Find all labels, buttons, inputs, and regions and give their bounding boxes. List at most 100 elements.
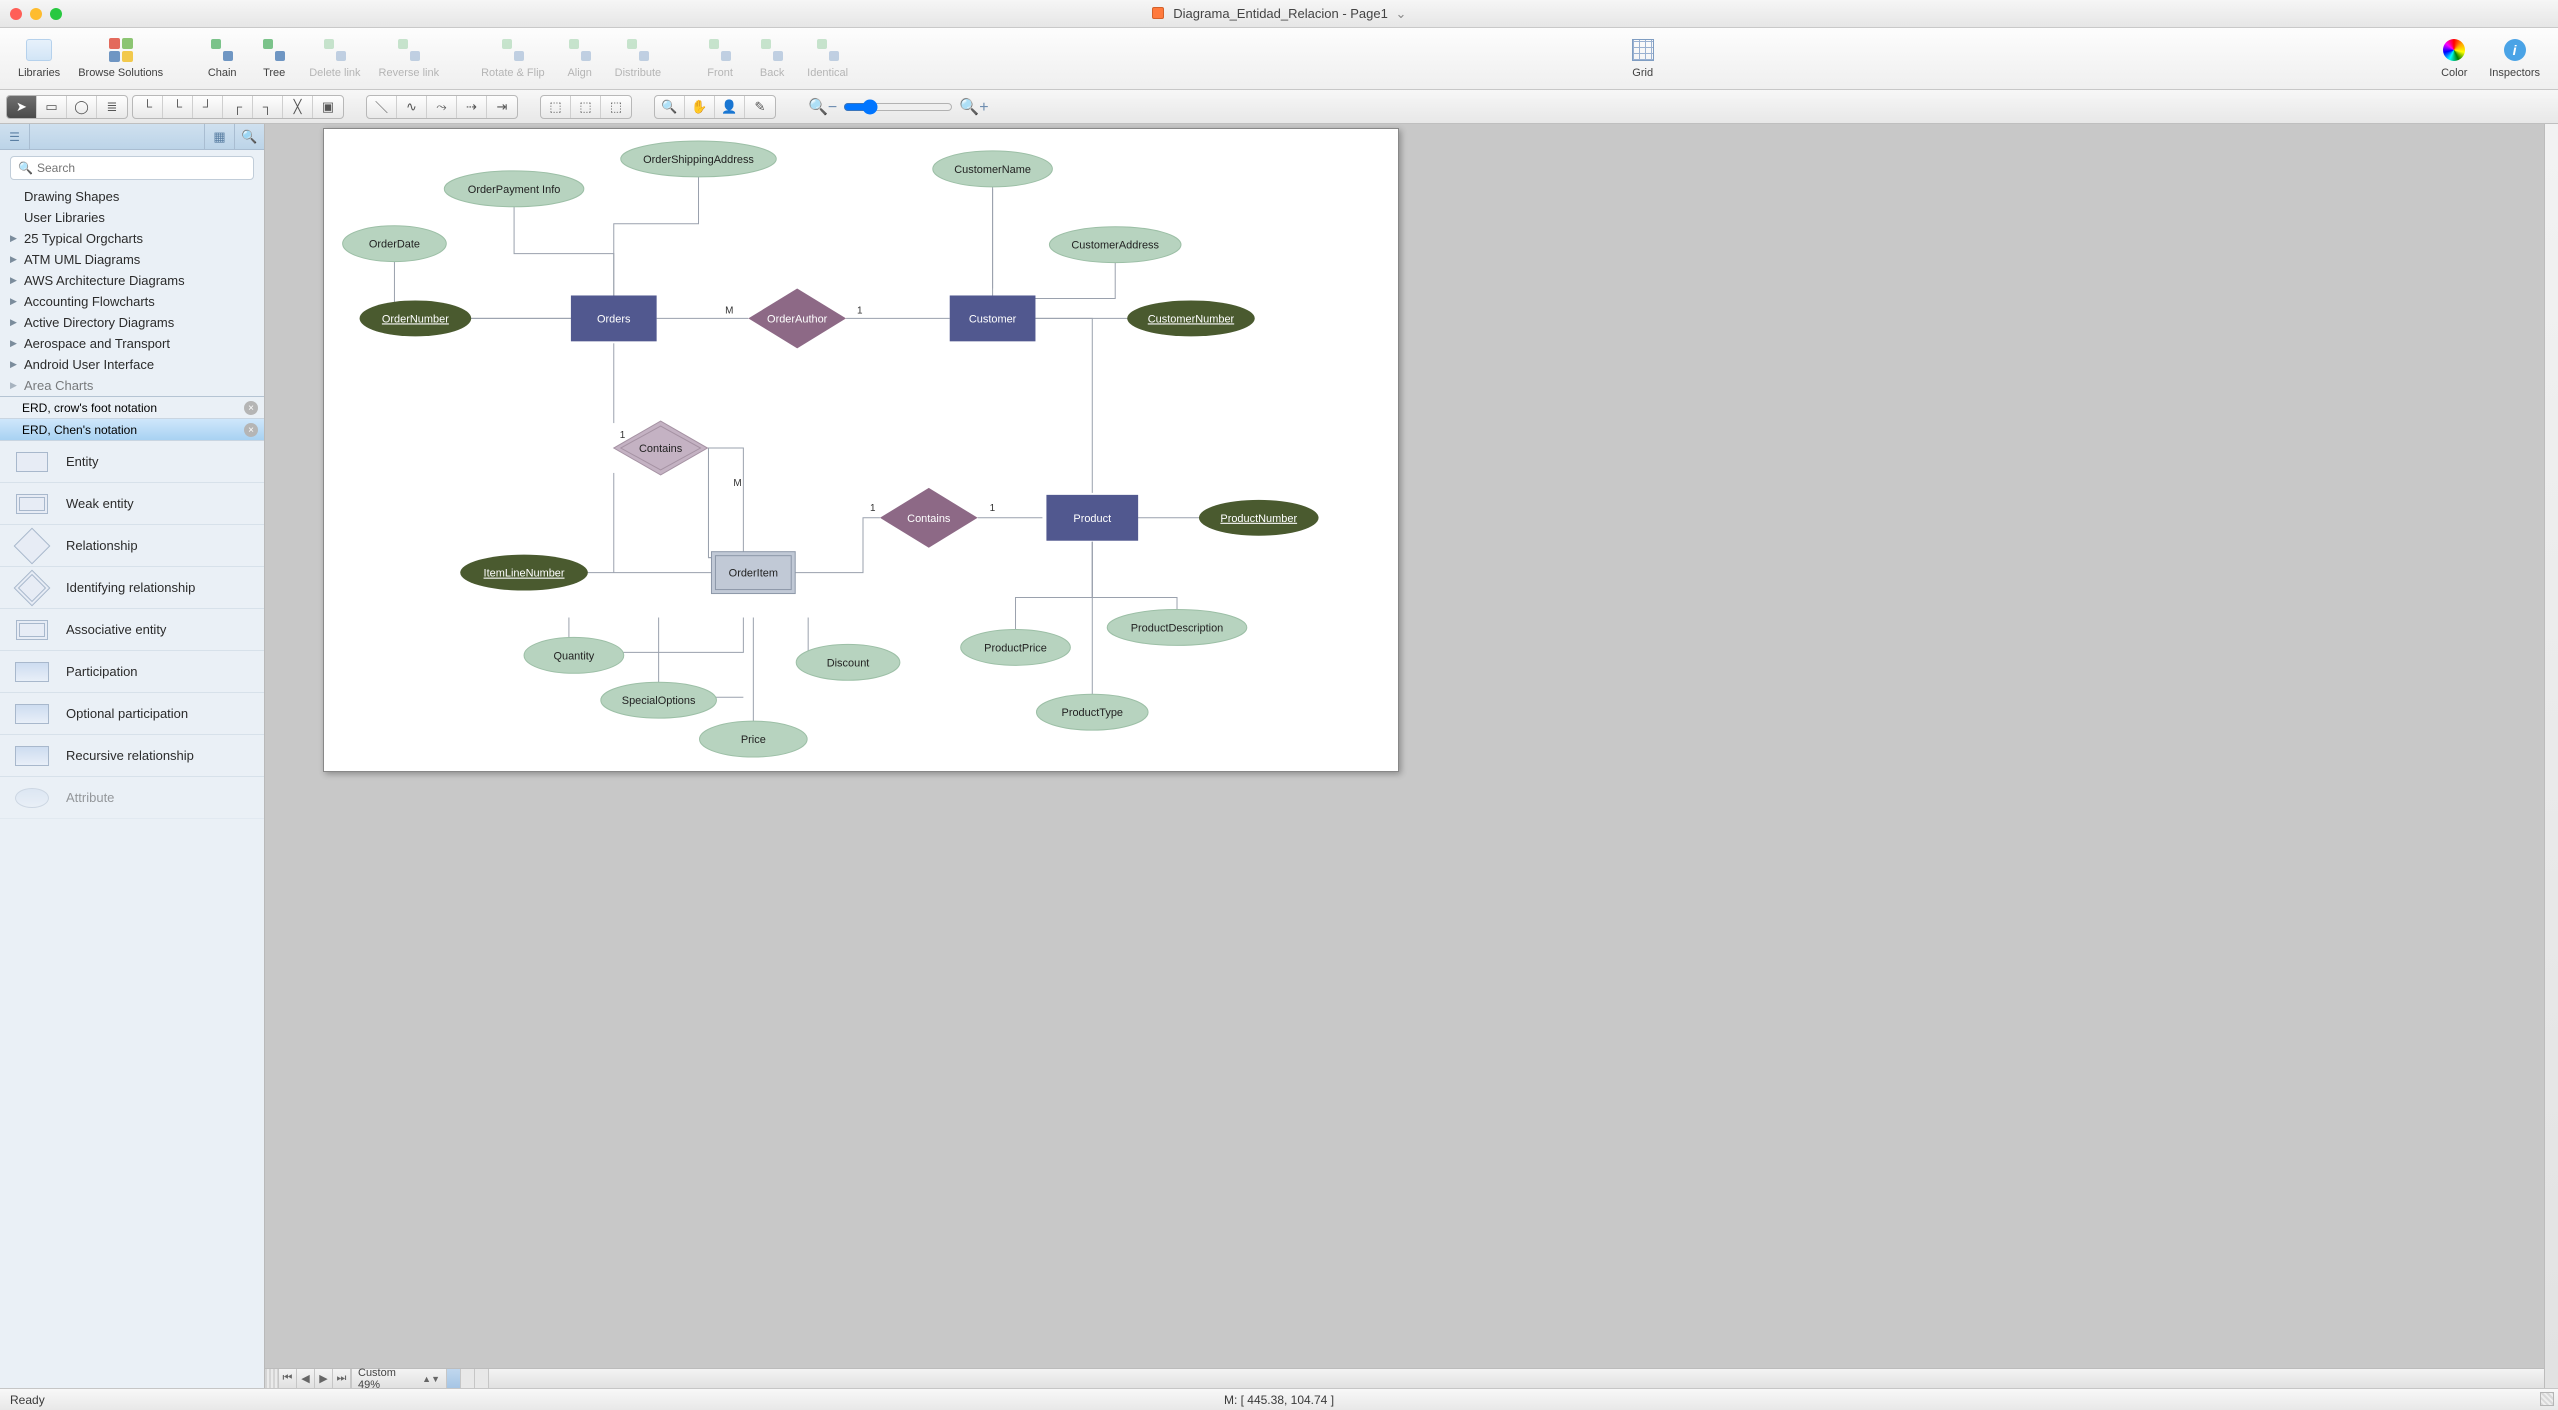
zoom-slider[interactable] <box>843 99 953 115</box>
svg-text:Contains: Contains <box>907 513 951 525</box>
pointer-tool[interactable]: ➤ <box>7 96 37 118</box>
prev-page-button[interactable]: ◀ <box>297 1369 315 1389</box>
grid-button[interactable]: Grid <box>1618 32 1668 79</box>
connector-3[interactable]: ┘ <box>193 96 223 118</box>
svg-text:Quantity: Quantity <box>553 650 594 662</box>
svg-text:M: M <box>725 305 733 316</box>
connector-1[interactable]: └ <box>133 96 163 118</box>
svg-text:ItemLineNumber: ItemLineNumber <box>484 568 565 580</box>
chain-button[interactable]: Chain <box>197 32 247 79</box>
group-1[interactable]: ⬚ <box>541 96 571 118</box>
open-libraries: ERD, crow's foot notation × ERD, Chen's … <box>0 396 264 441</box>
line-5[interactable]: ⇥ <box>487 96 517 118</box>
tool-mode-segment: ➤ ▭ ◯ ≣ <box>6 95 128 119</box>
tree-button[interactable]: Tree <box>249 32 299 79</box>
shape-attribute[interactable]: Attribute <box>0 777 264 819</box>
shape-entity[interactable]: Entity <box>0 441 264 483</box>
tree-row[interactable]: ▶25 Typical Orgcharts <box>0 228 264 249</box>
shape-recursive-relationship[interactable]: Recursive relationship <box>0 735 264 777</box>
next-page-button[interactable]: ▶ <box>315 1369 333 1389</box>
user-tool[interactable]: 👤 <box>715 96 745 118</box>
svg-text:OrderDate: OrderDate <box>369 239 420 251</box>
tree-row[interactable]: ▶Aerospace and Transport <box>0 333 264 354</box>
maximize-button[interactable] <box>50 8 62 20</box>
connector-7[interactable]: ▣ <box>313 96 343 118</box>
sidebar-search-icon[interactable]: 🔍 <box>234 124 264 149</box>
connector-5[interactable]: ┐ <box>253 96 283 118</box>
canvas-area: Orders Customer Product OrderItem OrderA… <box>265 124 2544 1388</box>
canvas-scroll[interactable]: Orders Customer Product OrderItem OrderA… <box>265 124 2544 1368</box>
tree-row[interactable]: ▶AWS Architecture Diagrams <box>0 270 264 291</box>
color-button[interactable]: Color <box>2429 32 2479 79</box>
svg-text:CustomerAddress: CustomerAddress <box>1071 240 1159 252</box>
right-scroll-strip[interactable] <box>2544 124 2558 1388</box>
zoom-in-icon[interactable]: 🔍+ <box>959 97 988 117</box>
window-title: Diagrama_Entidad_Relacion - Page1 ⌄ <box>0 6 2558 22</box>
status-coordinates: M: [ 445.38, 104.74 ] <box>0 1393 2558 1407</box>
footer-handle[interactable] <box>265 1369 279 1388</box>
text-tool[interactable]: ≣ <box>97 96 127 118</box>
svg-text:1: 1 <box>870 503 876 514</box>
close-icon[interactable]: × <box>244 401 258 415</box>
tree-row[interactable]: Drawing Shapes <box>0 186 264 207</box>
svg-text:CustomerNumber: CustomerNumber <box>1148 313 1235 325</box>
first-page-button[interactable]: ⏮ <box>279 1369 297 1389</box>
zoom-tool[interactable]: 🔍 <box>655 96 685 118</box>
ellipse-tool[interactable]: ◯ <box>67 96 97 118</box>
line-1[interactable]: ＼ <box>367 96 397 118</box>
shape-optional-participation[interactable]: Optional participation <box>0 693 264 735</box>
page-tab-2[interactable] <box>461 1369 475 1389</box>
identical-button: Identical <box>799 32 856 79</box>
back-button: Back <box>747 32 797 79</box>
library-tree: Drawing Shapes User Libraries ▶25 Typica… <box>0 186 264 396</box>
svg-text:Product: Product <box>1073 513 1111 525</box>
page-nav: ⏮ ◀ ▶ ⏭ <box>279 1369 351 1389</box>
zoom-out-icon[interactable]: 🔍− <box>808 97 837 117</box>
inspectors-button[interactable]: i Inspectors <box>2481 32 2548 79</box>
rect-tool[interactable]: ▭ <box>37 96 67 118</box>
library-tab-crowsfoot[interactable]: ERD, crow's foot notation × <box>0 397 264 419</box>
minimize-button[interactable] <box>30 8 42 20</box>
shape-participation[interactable]: Participation <box>0 651 264 693</box>
libraries-button[interactable]: Libraries <box>10 32 68 79</box>
shape-identifying-relationship[interactable]: Identifying relationship <box>0 567 264 609</box>
line-2[interactable]: ∿ <box>397 96 427 118</box>
shape-weak-entity[interactable]: Weak entity <box>0 483 264 525</box>
tree-row[interactable]: User Libraries <box>0 207 264 228</box>
tree-row[interactable]: ▶Accounting Flowcharts <box>0 291 264 312</box>
zoom-display[interactable]: Custom 49% ▲▼ <box>351 1369 447 1388</box>
group-2[interactable]: ⬚ <box>571 96 601 118</box>
close-icon[interactable]: × <box>244 423 258 437</box>
line-4[interactable]: ⇢ <box>457 96 487 118</box>
svg-text:SpecialOptions: SpecialOptions <box>622 695 696 707</box>
page-tab-3[interactable] <box>475 1369 489 1389</box>
tree-row[interactable]: ▶ATM UML Diagrams <box>0 249 264 270</box>
pan-tool[interactable]: ✋ <box>685 96 715 118</box>
tree-row[interactable]: ▶Area Charts <box>0 375 264 396</box>
sidebar-grid-icon[interactable]: ▦ <box>204 124 234 149</box>
stepper-icon[interactable]: ▲▼ <box>422 1374 440 1384</box>
connector-6[interactable]: ╳ <box>283 96 313 118</box>
group-3[interactable]: ⬚ <box>601 96 631 118</box>
page-tab-1[interactable] <box>447 1369 461 1389</box>
shape-relationship[interactable]: Relationship <box>0 525 264 567</box>
connector-2[interactable]: └ <box>163 96 193 118</box>
line-3[interactable]: ⤳ <box>427 96 457 118</box>
resize-grip-icon[interactable] <box>2540 1392 2554 1406</box>
svg-text:ProductDescription: ProductDescription <box>1131 622 1224 634</box>
tree-row[interactable]: ▶Android User Interface <box>0 354 264 375</box>
shape-associative-entity[interactable]: Associative entity <box>0 609 264 651</box>
library-tab-chen[interactable]: ERD, Chen's notation × <box>0 419 264 441</box>
page[interactable]: Orders Customer Product OrderItem OrderA… <box>323 128 1399 772</box>
pen-tool[interactable]: ✎ <box>745 96 775 118</box>
tree-row[interactable]: ▶Active Directory Diagrams <box>0 312 264 333</box>
sidebar-tree-icon[interactable]: ☰ <box>0 124 30 149</box>
connector-4[interactable]: ┌ <box>223 96 253 118</box>
browse-solutions-button[interactable]: Browse Solutions <box>70 32 171 79</box>
close-button[interactable] <box>10 8 22 20</box>
search-input[interactable] <box>10 156 254 180</box>
svg-text:OrderItem: OrderItem <box>729 568 778 580</box>
last-page-button[interactable]: ⏭ <box>333 1369 351 1389</box>
chevron-down-icon[interactable]: ⌄ <box>1395 6 1406 21</box>
document-icon <box>1152 7 1164 19</box>
